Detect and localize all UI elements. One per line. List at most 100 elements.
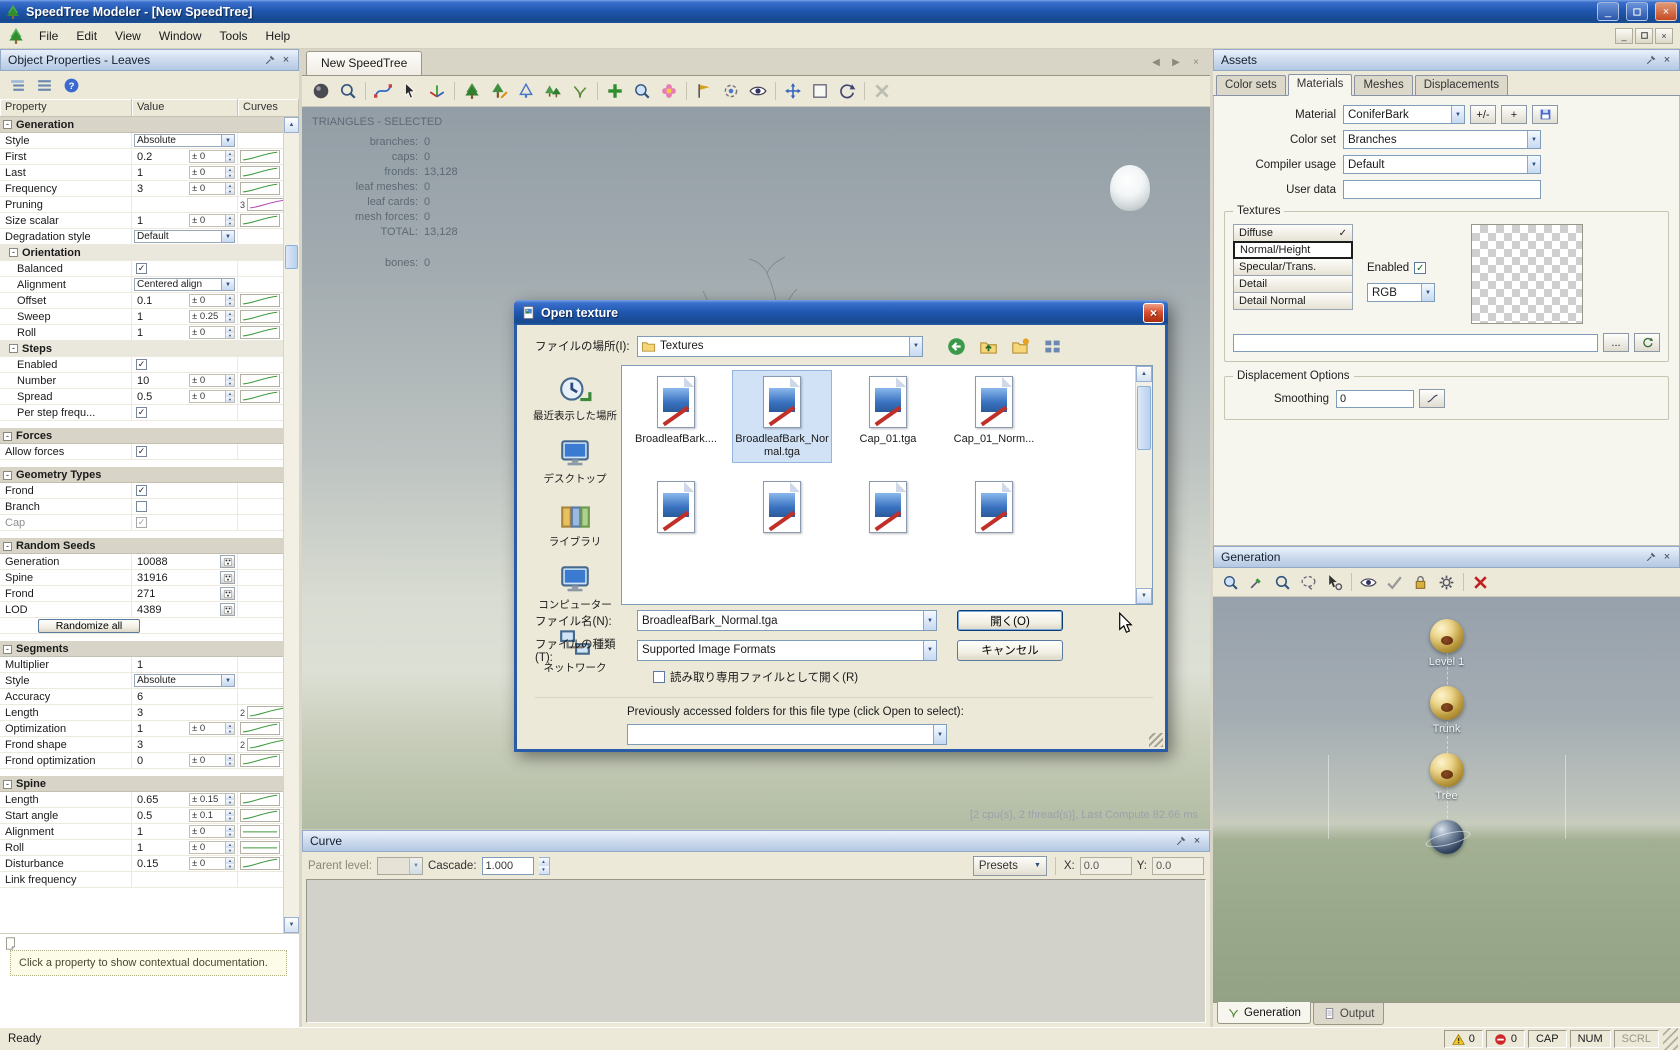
branch-checkbox[interactable] (136, 501, 147, 512)
start-angle-variance-spinner[interactable]: ± 0.1▲▼ (189, 809, 235, 822)
parent-level-dropdown[interactable]: ▼ (377, 857, 423, 875)
spread-curve-thumbnail[interactable] (240, 390, 280, 403)
degradation-style-dropdown[interactable]: Default▼ (134, 230, 235, 243)
place-computer[interactable]: コンピューター (529, 562, 621, 611)
enable-icon[interactable] (1382, 571, 1407, 594)
sweep-curve-thumbnail[interactable] (240, 310, 280, 323)
texture-path-field[interactable] (1233, 334, 1598, 352)
delete-icon[interactable] (869, 79, 895, 103)
y-field[interactable]: 0.0 (1152, 857, 1204, 875)
texture-slot-detail-normal[interactable]: Detail Normal (1233, 292, 1353, 310)
pruning-curve-thumbnail[interactable] (247, 198, 283, 211)
zoom-graph-icon[interactable] (1218, 571, 1243, 594)
close-button[interactable]: × (1655, 2, 1677, 21)
size-scalar-curve-thumbnail[interactable] (240, 214, 280, 227)
roll-variance-spinner[interactable]: ± 0▲▼ (189, 326, 235, 339)
view-menu-icon[interactable] (1041, 335, 1063, 357)
roll-value-field[interactable]: 1 (134, 327, 189, 339)
place-recent[interactable]: 最近表示した場所 (529, 373, 621, 422)
dialog-titlebar[interactable]: Open texture × (514, 300, 1168, 325)
tab-color-sets[interactable]: Color sets (1216, 75, 1286, 95)
spread-variance-spinner[interactable]: ± 0▲▼ (189, 390, 235, 403)
browse-button[interactable]: ... (1603, 333, 1629, 352)
edit-tree-icon[interactable] (486, 79, 512, 103)
scroll-down-icon[interactable]: ▼ (284, 917, 299, 933)
new-folder-icon[interactable] (1009, 335, 1031, 357)
show-leaves-icon[interactable] (656, 79, 682, 103)
optimization-curve-thumbnail[interactable] (240, 722, 280, 735)
generation-reroll-button[interactable] (220, 555, 235, 568)
menu-file[interactable]: File (30, 25, 67, 47)
document-icon[interactable] (7, 27, 25, 45)
flag-icon[interactable] (691, 79, 717, 103)
frond-reroll-button[interactable] (220, 587, 235, 600)
roll-variance-spinner[interactable]: ± 0▲▼ (189, 841, 235, 854)
cascade-spinner[interactable]: ▲▼ (539, 857, 550, 875)
material-add-remove-button[interactable]: +/- (1470, 105, 1496, 124)
select-tool-icon[interactable] (397, 79, 423, 103)
lock-icon[interactable] (1408, 571, 1433, 594)
material-dropdown[interactable]: ConiferBark▼ (1343, 105, 1465, 124)
lod-reroll-button[interactable] (220, 603, 235, 616)
spine-value-field[interactable]: 31916 (134, 572, 220, 584)
collapse-toggle-icon[interactable]: - (3, 542, 12, 551)
tab-next-icon[interactable]: ▶ (1167, 53, 1185, 71)
optimization-variance-spinner[interactable]: ± 0▲▼ (189, 722, 235, 735)
curve-editor-area[interactable] (306, 879, 1206, 1023)
start-angle-value-field[interactable]: 0.5 (134, 810, 189, 822)
collapse-toggle-icon[interactable]: - (3, 432, 12, 441)
wireframe-tree-icon[interactable] (513, 79, 539, 103)
smoothing-curve-button[interactable] (1419, 389, 1445, 408)
accuracy-value-field[interactable]: 6 (134, 691, 235, 703)
frond-optimization-value-field[interactable]: 0 (134, 755, 189, 767)
close-panel-icon[interactable]: × (1189, 833, 1205, 849)
focus-selection-icon[interactable] (629, 79, 655, 103)
frequency-curve-thumbnail[interactable] (240, 182, 280, 195)
frond-shape-value-field[interactable]: 3 (134, 739, 235, 751)
categorized-view-icon[interactable] (5, 74, 29, 97)
up-one-level-icon[interactable] (977, 335, 999, 357)
look-at-icon[interactable] (745, 79, 771, 103)
cascade-field[interactable]: 1.000 (482, 857, 534, 875)
scrollbar-thumb[interactable] (285, 245, 298, 269)
restore-button[interactable] (1626, 2, 1648, 21)
add-node-icon[interactable] (602, 79, 628, 103)
compiler-usage-dropdown[interactable]: Default▼ (1343, 155, 1541, 174)
optimization-value-field[interactable]: 1 (134, 723, 189, 735)
size-scalar-value-field[interactable]: 1 (134, 215, 189, 227)
alignment-value-field[interactable]: 1 (134, 826, 189, 838)
smoothing-field[interactable]: 0 (1336, 390, 1414, 408)
frame-selection-icon[interactable] (807, 79, 833, 103)
generator-node-trunk[interactable] (1430, 686, 1464, 720)
style-dropdown[interactable]: Absolute▼ (134, 674, 235, 687)
file-item[interactable]: BroadleafBark_Normal.tga (732, 370, 832, 463)
spline-tool-icon[interactable] (370, 79, 396, 103)
scrollbar-thumb[interactable] (1137, 386, 1151, 450)
tab-meshes[interactable]: Meshes (1354, 75, 1412, 95)
properties-scrollbar[interactable]: ▲ ▼ (283, 117, 299, 933)
frond-optimization-variance-spinner[interactable]: ± 0▲▼ (189, 754, 235, 767)
alignment-variance-spinner[interactable]: ± 0▲▼ (189, 825, 235, 838)
file-item[interactable]: Cap_01_Norm... (944, 370, 1044, 463)
multiplier-value-field[interactable]: 1 (134, 659, 235, 671)
offset-variance-spinner[interactable]: ± 0▲▼ (189, 294, 235, 307)
generation-value-field[interactable]: 10088 (134, 556, 220, 568)
balanced-checkbox[interactable]: ✓ (136, 263, 147, 274)
length-variance-spinner[interactable]: ± 0.15▲▼ (189, 793, 235, 806)
reload-texture-button[interactable] (1634, 333, 1660, 352)
frond-value-field[interactable]: 271 (134, 588, 220, 600)
move-tool-icon[interactable] (780, 79, 806, 103)
collapse-toggle-icon[interactable]: - (3, 780, 12, 789)
lod-value-field[interactable]: 4389 (134, 604, 220, 616)
mdi-close-button[interactable]: × (1655, 28, 1673, 44)
file-item[interactable]: BroadleafBark.... (626, 370, 726, 463)
mdi-restore-button[interactable] (1635, 28, 1653, 44)
pin-icon[interactable] (1643, 549, 1659, 565)
scroll-down-icon[interactable]: ▼ (1136, 588, 1152, 604)
light-widget[interactable] (1110, 165, 1150, 211)
file-name-input[interactable]: BroadleafBark_Normal.tga▼ (637, 610, 937, 631)
menu-view[interactable]: View (106, 25, 150, 47)
tab-generation[interactable]: Generation (1217, 1002, 1311, 1024)
sapling-view-icon[interactable] (567, 79, 593, 103)
error-counter[interactable]: 0 (1486, 1030, 1525, 1048)
